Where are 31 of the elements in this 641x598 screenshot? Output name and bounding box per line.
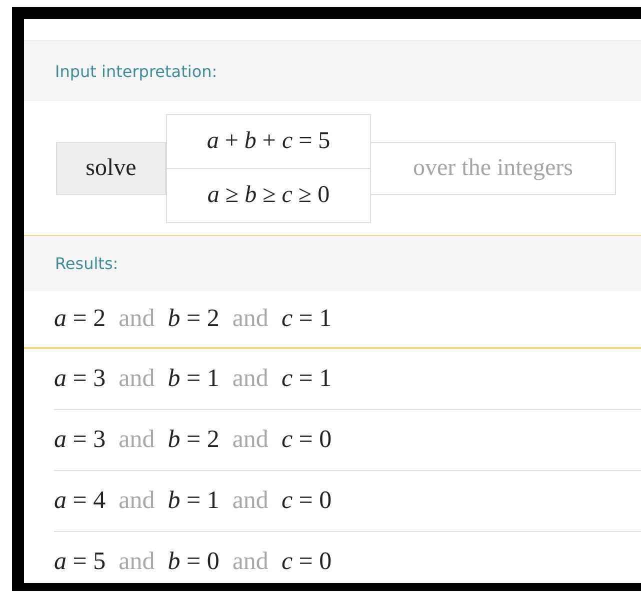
equation-text: b = 2	[168, 305, 220, 333]
conjunction-text: and	[232, 548, 268, 576]
equation-text: a = 5	[54, 548, 106, 576]
equation-text: c = 1	[281, 305, 332, 333]
domain-cell: over the integers	[371, 142, 616, 194]
conjunction-text: and	[232, 487, 268, 515]
equation-text: c = 0	[281, 426, 332, 454]
equation-text: c = 0	[281, 487, 332, 515]
equation-text: b = 2	[168, 426, 220, 454]
equation-text: a = 2	[54, 305, 106, 333]
equation-text: a = 3	[54, 365, 106, 393]
equation-cell-text: a + b + c = 5	[206, 126, 332, 156]
conjunction-text: and	[232, 426, 268, 454]
equation-text: c = 0	[281, 548, 332, 576]
conjunction-text: and	[232, 305, 268, 333]
equation-cell: a ≥ b ≥ c ≥ 0	[167, 168, 370, 222]
conjunction-text: and	[118, 426, 155, 454]
equation-text: b = 0	[168, 548, 220, 576]
equation-text: b = 1	[168, 487, 220, 515]
equation-text: a = 3	[54, 426, 106, 454]
equation-text: a = 4	[54, 487, 106, 515]
conjunction-text: and	[232, 365, 268, 393]
section-heading: Results:	[55, 254, 118, 273]
conjunction-text: and	[118, 548, 155, 576]
section-heading: Input interpretation:	[55, 62, 218, 80]
command-cell: solve	[56, 142, 166, 194]
conjunction-text: and	[118, 487, 155, 515]
equation-text: b = 1	[168, 365, 220, 393]
equation-text: c = 1	[281, 365, 332, 393]
conjunction-text: and	[118, 365, 155, 393]
conjunction-text: and	[118, 305, 155, 333]
